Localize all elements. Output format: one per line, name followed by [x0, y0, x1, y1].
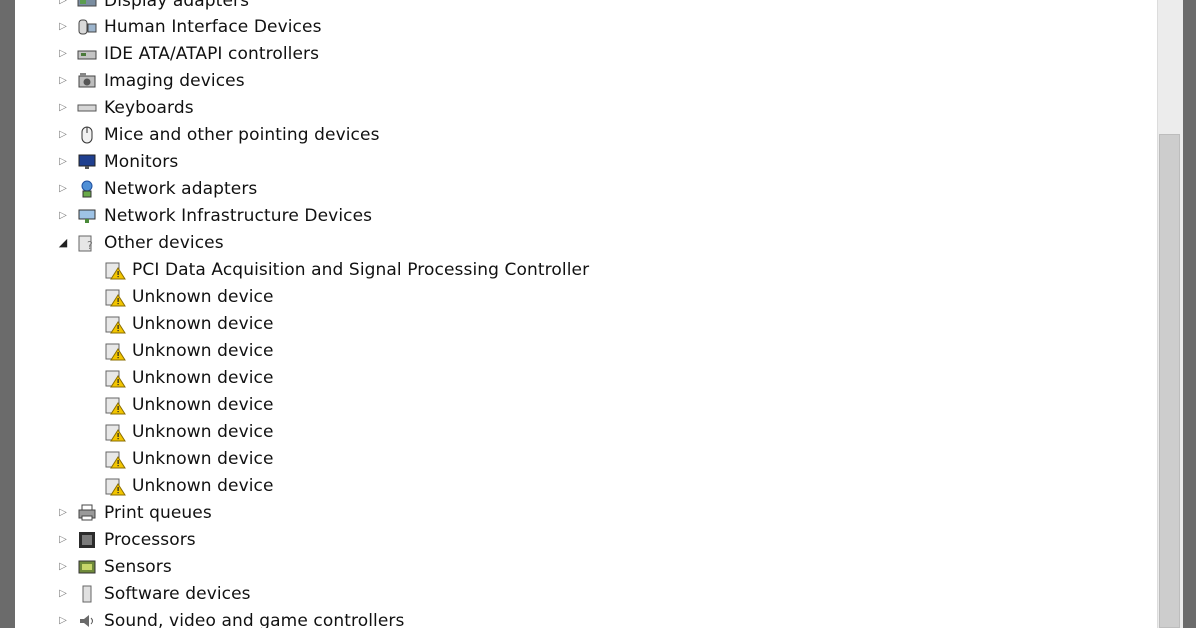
tree-item-label: Keyboards [104, 97, 194, 118]
processor-icon [76, 530, 98, 550]
scroll-up-arrow-icon[interactable]: ^ [1159, 0, 1181, 9]
expand-arrow-icon[interactable]: ▷ [56, 101, 70, 115]
network-adapter-icon [76, 179, 98, 199]
tree-item-label: Unknown device [132, 313, 274, 334]
display-adapter-icon [76, 0, 98, 11]
tree-item-label: IDE ATA/ATAPI controllers [104, 43, 320, 64]
warning-device-icon [104, 422, 126, 442]
tree-item-keyboards[interactable]: ▷ Keyboards [56, 94, 194, 121]
tree-item-human-interface-devices[interactable]: ▷ Human Interface Devices [56, 13, 322, 40]
tree-item-ide-controllers[interactable]: ▷ IDE ATA/ATAPI controllers [56, 40, 319, 67]
expand-arrow-icon[interactable]: ▷ [56, 182, 70, 196]
warning-device-icon [104, 449, 126, 469]
tree-item-software-devices[interactable]: ▷ Software devices [56, 580, 251, 607]
sensor-icon [76, 557, 98, 577]
svg-text:?: ? [87, 239, 93, 252]
window-frame-right [1183, 0, 1196, 628]
tree-item-unknown-device[interactable]: Unknown device [104, 418, 274, 445]
tree-item-label: Imaging devices [104, 70, 245, 91]
scrollbar-thumb[interactable] [1159, 134, 1180, 628]
tree-item-label: Unknown device [132, 394, 274, 415]
tree-item-label: Print queues [104, 502, 212, 523]
expand-arrow-icon[interactable]: ▷ [56, 74, 70, 88]
tree-item-unknown-device[interactable]: Unknown device [104, 283, 274, 310]
warning-device-icon [104, 341, 126, 361]
tree-item-label: Sound, video and game controllers [104, 610, 405, 628]
collapse-arrow-icon[interactable]: ◢ [56, 236, 70, 250]
tree-item-monitors[interactable]: ▷ Monitors [56, 148, 178, 175]
expand-arrow-icon[interactable]: ▷ [56, 533, 70, 547]
tree-item-label: Unknown device [132, 340, 274, 361]
tree-item-label: Other devices [104, 232, 224, 253]
tree-item-label: Software devices [104, 583, 251, 604]
expand-arrow-icon[interactable]: ▷ [56, 560, 70, 574]
tree-item-pci-controller[interactable]: PCI Data Acquisition and Signal Processi… [104, 256, 589, 283]
expand-arrow-icon[interactable]: ▷ [56, 128, 70, 142]
warning-device-icon [104, 314, 126, 334]
tree-item-mice[interactable]: ▷ Mice and other pointing devices [56, 121, 380, 148]
tree-item-unknown-device[interactable]: Unknown device [104, 391, 274, 418]
warning-device-icon [104, 476, 126, 496]
tree-item-unknown-device[interactable]: Unknown device [104, 364, 274, 391]
hid-icon [76, 17, 98, 37]
tree-item-unknown-device[interactable]: Unknown device [104, 337, 274, 364]
tree-item-other-devices[interactable]: ◢ ? Other devices [56, 229, 224, 256]
tree-item-unknown-device[interactable]: Unknown device [104, 445, 274, 472]
tree-item-label: Unknown device [132, 421, 274, 442]
tree-item-print-queues[interactable]: ▷ Print queues [56, 499, 212, 526]
tree-item-network-infrastructure[interactable]: ▷ Network Infrastructure Devices [56, 202, 372, 229]
other-devices-icon: ? [76, 233, 98, 253]
mouse-icon [76, 125, 98, 145]
network-infrastructure-icon [76, 206, 98, 226]
tree-item-label: Mice and other pointing devices [104, 124, 380, 145]
tree-item-label: Human Interface Devices [104, 16, 322, 37]
tree-item-display-adapters[interactable]: ▷ Display adapters [56, 0, 249, 14]
software-device-icon [76, 584, 98, 604]
tree-item-label: Unknown device [132, 448, 274, 469]
tree-item-imaging-devices[interactable]: ▷ Imaging devices [56, 67, 245, 94]
tree-item-label: PCI Data Acquisition and Signal Processi… [132, 259, 590, 280]
expand-arrow-icon[interactable]: ▷ [56, 0, 70, 8]
monitor-icon [76, 152, 98, 172]
expand-arrow-icon[interactable]: ▷ [56, 20, 70, 34]
tree-item-label: Monitors [104, 151, 179, 172]
printer-icon [76, 503, 98, 523]
tree-item-label: Network Infrastructure Devices [104, 205, 373, 226]
tree-item-unknown-device[interactable]: Unknown device [104, 310, 274, 337]
warning-device-icon [104, 395, 126, 415]
expand-arrow-icon[interactable]: ▷ [56, 209, 70, 223]
tree-item-network-adapters[interactable]: ▷ Network adapters [56, 175, 257, 202]
keyboard-icon [76, 98, 98, 118]
camera-icon [76, 71, 98, 91]
warning-device-icon [104, 368, 126, 388]
tree-item-sound-video-game[interactable]: ▷ Sound, video and game controllers [56, 607, 404, 628]
warning-device-icon [104, 260, 126, 280]
expand-arrow-icon[interactable]: ▷ [56, 506, 70, 520]
tree-item-sensors[interactable]: ▷ Sensors [56, 553, 172, 580]
tree-item-label: Processors [104, 529, 196, 550]
tree-item-label: Network adapters [104, 178, 258, 199]
tree-item-label: Display adapters [104, 0, 250, 11]
warning-device-icon [104, 287, 126, 307]
ide-controller-icon [76, 44, 98, 64]
expand-arrow-icon[interactable]: ▷ [56, 155, 70, 169]
expand-arrow-icon[interactable]: ▷ [56, 47, 70, 61]
tree-item-label: Unknown device [132, 286, 274, 307]
tree-item-label: Unknown device [132, 367, 274, 388]
speaker-icon [76, 611, 98, 628]
expand-arrow-icon[interactable]: ▷ [56, 614, 70, 628]
expand-arrow-icon[interactable]: ▷ [56, 587, 70, 601]
device-tree-panel: ▷ Display adapters ▷ Human Interface Dev… [15, 0, 1157, 628]
tree-item-unknown-device[interactable]: Unknown device [104, 472, 274, 499]
tree-item-label: Sensors [104, 556, 172, 577]
window-frame-left [0, 0, 15, 628]
tree-item-processors[interactable]: ▷ Processors [56, 526, 196, 553]
tree-item-label: Unknown device [132, 475, 274, 496]
